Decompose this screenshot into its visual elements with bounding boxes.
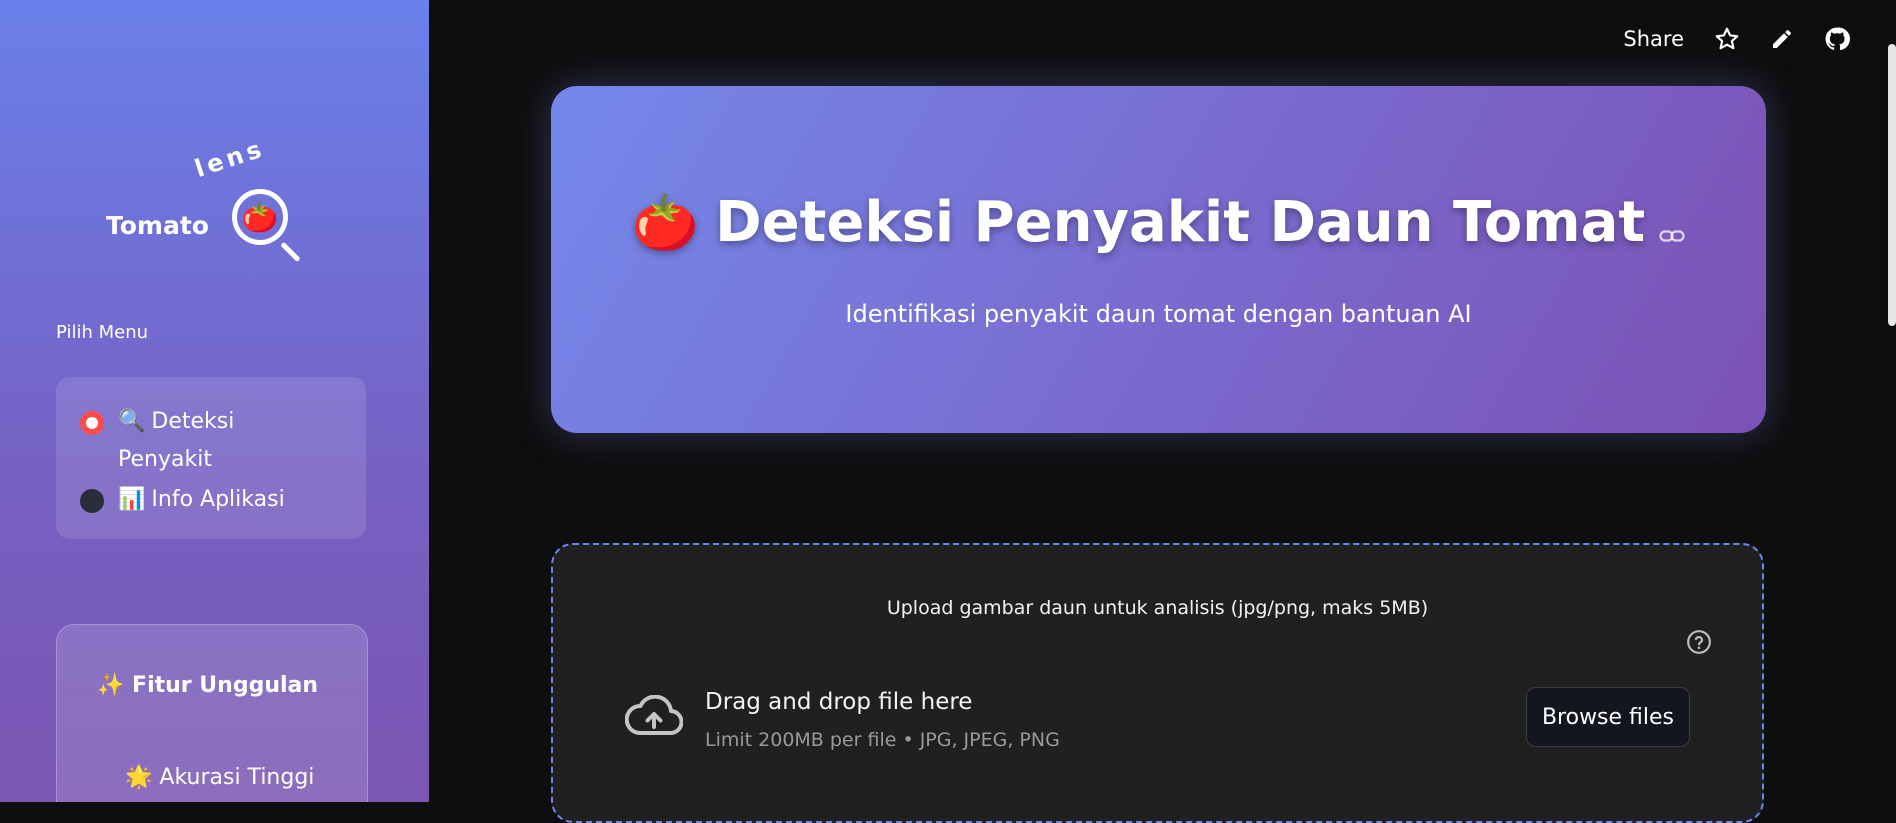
menu-item-deteksi[interactable]: 🔍 Deteksi Penyakit — [80, 409, 308, 479]
tomato-icon: 🍅 — [631, 191, 700, 254]
menu-item-info[interactable]: 📊 Info Aplikasi — [80, 487, 308, 519]
radio-unselected[interactable] — [80, 489, 104, 513]
scrollbar[interactable] — [1888, 44, 1896, 326]
star-glow-icon: 🌟 — [125, 765, 153, 790]
tomato-icon: 🍅 — [241, 199, 279, 235]
share-button[interactable]: Share — [1623, 27, 1684, 51]
browse-files-button[interactable]: Browse files — [1526, 687, 1690, 747]
pencil-icon[interactable] — [1770, 27, 1794, 51]
magnifier-handle — [280, 241, 301, 263]
uploader-label: Upload gambar daun untuk analisis (jpg/p… — [886, 597, 1429, 619]
link-icon[interactable] — [1659, 193, 1685, 258]
dropzone-title: Drag and drop file here — [705, 689, 973, 715]
help-icon[interactable] — [1686, 629, 1712, 659]
cloud-upload-icon — [624, 694, 684, 743]
file-uploader[interactable]: Upload gambar daun untuk analisis (jpg/p… — [551, 543, 1764, 823]
top-toolbar: Share — [1623, 26, 1850, 52]
feature-item: 🌟 Akurasi Tinggi — [125, 765, 314, 790]
github-icon[interactable] — [1824, 26, 1850, 52]
magnifier-icon: 🍅 — [232, 189, 288, 245]
menu-title: Pilih Menu — [56, 322, 149, 343]
chart-icon: 📊 — [118, 487, 146, 512]
search-icon: 🔍 — [118, 409, 146, 434]
hero-banner: 🍅 Deteksi Penyakit Daun Tomat Identifikas… — [551, 86, 1766, 433]
tomato-lens-logo: Tomato lens 🍅 — [100, 134, 310, 265]
star-icon[interactable] — [1714, 26, 1740, 52]
logo-word: Tomato — [106, 211, 209, 240]
menu-item-label: 📊 Info Aplikasi — [118, 487, 285, 512]
menu-radio-group: 🔍 Deteksi Penyakit 📊 Info Aplikasi — [56, 377, 366, 539]
page-title-text: Deteksi Penyakit Daun Tomat — [715, 190, 1646, 255]
logo-lens-text: lens — [191, 134, 269, 183]
page-title: 🍅 Deteksi Penyakit Daun Tomat — [551, 190, 1766, 258]
menu-item-label: 🔍 Deteksi Penyakit — [118, 409, 235, 472]
dropzone-limit: Limit 200MB per file • JPG, JPEG, PNG — [705, 729, 1060, 751]
feature-card: ✨ Fitur Unggulan 🌟 Akurasi Tinggi — [56, 624, 368, 802]
feature-item-label: Akurasi Tinggi — [159, 765, 315, 790]
feature-title: ✨ Fitur Unggulan — [97, 673, 319, 698]
radio-selected[interactable] — [80, 411, 104, 435]
sidebar: Tomato lens 🍅 Pilih Menu 🔍 Deteksi Penyak… — [0, 0, 429, 802]
page-subtitle: Identifikasi penyakit daun tomat dengan … — [845, 300, 1472, 328]
